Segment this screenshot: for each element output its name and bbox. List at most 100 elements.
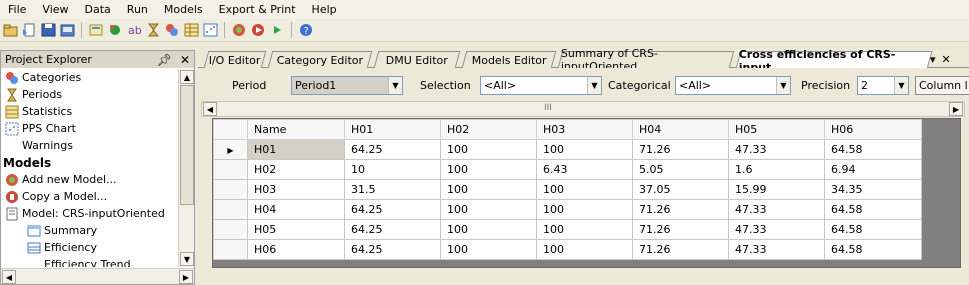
table-cell[interactable]: 15.99 <box>728 179 825 200</box>
table-cell[interactable]: 100 <box>536 179 633 200</box>
pin-icon[interactable]: 📌︎ <box>157 53 172 67</box>
table-cell[interactable]: 1.6 <box>728 159 825 180</box>
table-row[interactable]: H02 10 100 6.43 5.05 1.6 6.94 <box>213 159 922 180</box>
column-header[interactable]: H04 <box>632 119 729 140</box>
tab-summary-crs[interactable]: Summary of CRS-inputOriented <box>557 47 735 73</box>
tree-item-models[interactable]: Models <box>1 154 177 171</box>
explorer-horizontal-scrollbar[interactable]: ◀ ▶ <box>1 268 194 284</box>
column-header[interactable]: H02 <box>440 119 537 140</box>
tab-category-editor[interactable]: Category Editor <box>267 51 373 68</box>
column-header[interactable]: H03 <box>536 119 633 140</box>
table-cell[interactable]: 47.33 <box>728 199 825 220</box>
table-cell[interactable]: 64.58 <box>824 219 922 240</box>
table-cell[interactable]: 47.33 <box>728 239 825 260</box>
table-cell[interactable]: H04 <box>247 199 345 220</box>
table-cell[interactable]: 37.05 <box>632 179 729 200</box>
table-cell[interactable]: H03 <box>247 179 345 200</box>
table-cell[interactable]: 6.43 <box>536 159 633 180</box>
table-row[interactable]: H04 64.25 100 100 71.26 47.33 64.58 <box>213 199 922 220</box>
save-as-icon[interactable] <box>59 22 75 38</box>
table-cell[interactable]: 100 <box>536 239 633 260</box>
table-cell[interactable]: 34.35 <box>824 179 922 200</box>
open-icon[interactable] <box>2 22 18 38</box>
table-icon[interactable] <box>183 22 199 38</box>
table-cell[interactable]: 47.33 <box>728 219 825 240</box>
table-cell[interactable]: 31.5 <box>344 179 441 200</box>
tab-cross-efficiencies[interactable]: Cross efficiencies of CRS-input... <box>735 48 933 74</box>
tree-item-copy-model[interactable]: Copy a Model... <box>1 188 177 205</box>
spell-icon[interactable]: ab <box>126 22 142 38</box>
column-header[interactable]: H05 <box>728 119 825 140</box>
table-cell[interactable]: 100 <box>536 139 633 160</box>
tree-item-efficiency-trend[interactable]: Efficiency Trend <box>1 256 177 267</box>
scroll-up-icon[interactable]: ▲ <box>180 70 194 84</box>
table-cell[interactable]: 10 <box>344 159 441 180</box>
table-cell[interactable]: 100 <box>440 219 537 240</box>
menu-file[interactable]: File <box>0 0 34 19</box>
tree-item-categories[interactable]: Categories <box>1 69 177 86</box>
tab-list-chevron-down-icon[interactable]: ▾ <box>930 53 936 66</box>
table-cell[interactable]: H06 <box>247 239 345 260</box>
table-cell[interactable]: 71.26 <box>632 239 729 260</box>
table-cell[interactable]: 100 <box>440 139 537 160</box>
tree-item-summary[interactable]: Summary <box>1 222 177 239</box>
tree-item-add-model[interactable]: Add new Model... <box>1 171 177 188</box>
column-header[interactable]: Name <box>247 119 345 140</box>
tree-item-periods[interactable]: Periods <box>1 86 177 103</box>
table-cell[interactable]: 64.58 <box>824 199 922 220</box>
table-cell[interactable]: 6.94 <box>824 159 922 180</box>
table-cell[interactable]: 100 <box>536 199 633 220</box>
table-cell[interactable]: 100 <box>536 219 633 240</box>
chevron-down-icon[interactable]: ▼ <box>388 77 402 94</box>
table-row[interactable]: H06 64.25 100 100 71.26 47.33 64.58 <box>213 239 922 260</box>
table-cell[interactable]: 71.26 <box>632 219 729 240</box>
table-cell[interactable]: 100 <box>440 159 537 180</box>
categorical-select[interactable]: <All> ▼ <box>675 76 791 95</box>
tab-models-editor[interactable]: Models Editor <box>461 51 557 68</box>
tab-close-icon[interactable]: ✕ <box>942 53 951 66</box>
scroll-right-icon[interactable]: ▶ <box>949 102 963 116</box>
row-header[interactable] <box>213 239 248 260</box>
row-header[interactable] <box>213 159 248 180</box>
menu-export-print[interactable]: Export & Print <box>211 0 304 19</box>
save-icon[interactable] <box>40 22 56 38</box>
column-header[interactable]: H06 <box>824 119 922 140</box>
tree-item-model-crs[interactable]: Model: CRS-inputOriented <box>1 205 177 222</box>
menu-models[interactable]: Models <box>156 0 211 19</box>
table-row[interactable]: H03 31.5 100 100 37.05 15.99 34.35 <box>213 179 922 200</box>
scroll-left-icon[interactable]: ◀ <box>2 270 16 284</box>
period-icon[interactable] <box>145 22 161 38</box>
help-icon[interactable]: ? <box>298 22 314 38</box>
table-cell[interactable]: 100 <box>440 239 537 260</box>
chart-icon[interactable] <box>202 22 218 38</box>
tree-item-efficiency[interactable]: Efficiency <box>1 239 177 256</box>
tree-item-warnings[interactable]: Warnings <box>1 137 177 154</box>
table-cell[interactable]: 64.25 <box>344 199 441 220</box>
period-select[interactable]: Period1 ▼ <box>291 76 403 95</box>
table-cell[interactable]: 100 <box>440 199 537 220</box>
table-cell[interactable]: 71.26 <box>632 199 729 220</box>
chevron-down-icon[interactable]: ▼ <box>894 77 908 94</box>
tab-io-editor[interactable]: I/O Editor <box>203 51 267 68</box>
content-horizontal-scrollbar[interactable]: ◀ III ▶ <box>201 101 965 117</box>
table-cell[interactable]: 71.26 <box>632 139 729 160</box>
table-cell[interactable]: H01 <box>247 139 345 160</box>
table-cell[interactable]: 5.05 <box>632 159 729 180</box>
scroll-thumb[interactable] <box>180 85 194 205</box>
tab-dmu-editor[interactable]: DMU Editor <box>373 51 461 68</box>
table-row[interactable]: ▶ H01 64.25 100 100 71.26 47.33 64.58 <box>213 139 922 160</box>
table-cell[interactable]: H05 <box>247 219 345 240</box>
scroll-right-icon[interactable]: ▶ <box>179 270 193 284</box>
tree-item-pps-chart[interactable]: PPS Chart <box>1 120 177 137</box>
table-cell[interactable]: H02 <box>247 159 345 180</box>
chevron-down-icon[interactable]: ▼ <box>587 77 601 94</box>
table-cell[interactable]: 64.58 <box>824 239 922 260</box>
scroll-left-icon[interactable]: ◀ <box>203 102 217 116</box>
close-icon[interactable]: ✕ <box>180 53 190 67</box>
model-run-icon[interactable] <box>250 22 266 38</box>
data-wizard-icon[interactable] <box>107 22 123 38</box>
chevron-down-icon[interactable]: ▼ <box>776 77 790 94</box>
table-row[interactable]: H05 64.25 100 100 71.26 47.33 64.58 <box>213 219 922 240</box>
table-cell[interactable]: 64.25 <box>344 239 441 260</box>
model-icon[interactable] <box>231 22 247 38</box>
